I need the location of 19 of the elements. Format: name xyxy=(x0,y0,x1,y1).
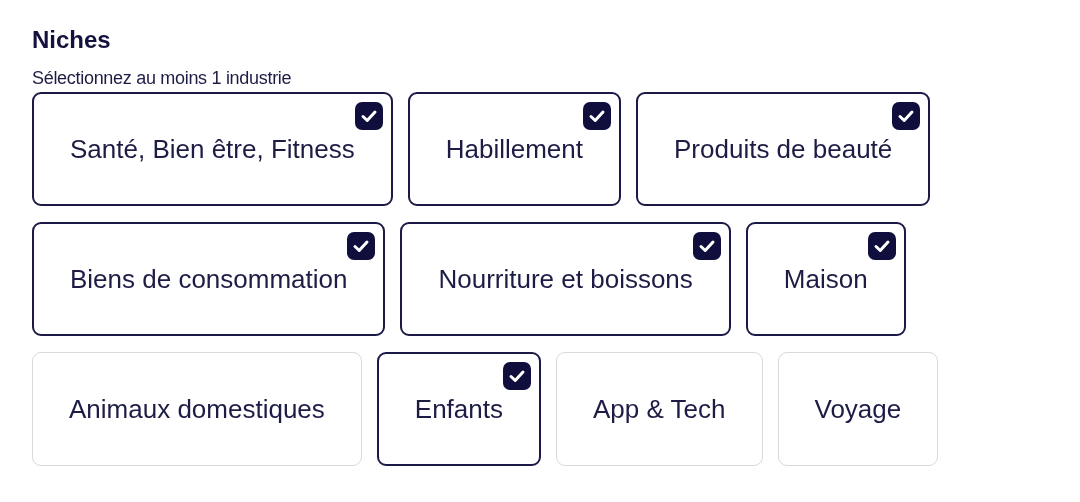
instruction-text: Sélectionnez au moins 1 industrie xyxy=(32,67,293,90)
section-title: Niches xyxy=(32,25,112,55)
industry-option[interactable]: Habillement xyxy=(407,92,621,206)
checkbox-checked-icon xyxy=(503,362,531,390)
industry-option[interactable]: Maison xyxy=(745,222,906,336)
checkbox-checked-icon xyxy=(692,232,721,260)
checkbox-checked-icon xyxy=(583,102,611,130)
industry-option[interactable]: App & Tech xyxy=(556,352,763,466)
industry-option[interactable]: Produits de beauté xyxy=(636,92,931,206)
industry-option[interactable]: Animaux domestiques xyxy=(32,352,362,466)
industry-option[interactable]: Biens de consommation xyxy=(32,222,386,336)
checkbox-checked-icon xyxy=(892,102,921,130)
industry-option[interactable]: Nourriture et boissons xyxy=(400,222,731,336)
industry-option[interactable]: Enfants xyxy=(376,352,541,466)
checkbox-checked-icon xyxy=(347,232,376,260)
checkbox-checked-icon xyxy=(354,102,383,130)
checkbox-checked-icon xyxy=(867,232,896,260)
industry-option[interactable]: Voyage xyxy=(777,352,939,466)
industry-option[interactable]: Santé, Bien être, Fitness xyxy=(32,92,393,206)
